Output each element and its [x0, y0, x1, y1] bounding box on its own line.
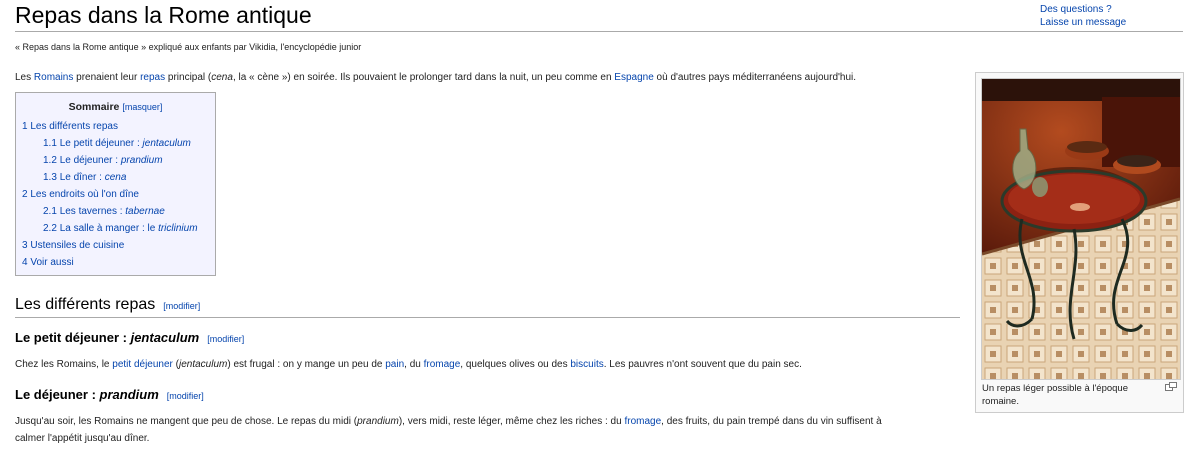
section-heading-text: Les différents repas [15, 296, 156, 313]
toc-title: Sommaire [68, 101, 120, 113]
link-espagne[interactable]: Espagne [614, 72, 653, 83]
toc-item[interactable]: 2 Les endroits où l'on dîne [16, 186, 215, 203]
intro-italic: cena [211, 72, 233, 83]
image-caption: Un repas léger possible à l'époque romai… [982, 383, 1128, 407]
subsection-heading-italic: jentaculum [130, 330, 200, 345]
edit-section-link[interactable]: [modifier] [207, 334, 244, 344]
magnify-icon[interactable] [1165, 382, 1177, 391]
intro-paragraph: Les Romains prenaient leur repas princip… [15, 72, 856, 83]
link-repas[interactable]: repas [140, 72, 165, 83]
subsection-heading: Le déjeuner : prandium [modifier] [15, 387, 204, 402]
subsection-heading-text: Le déjeuner : [15, 387, 100, 402]
toc-item[interactable]: 2.2 La salle à manger : le triclinium [16, 220, 215, 237]
paragraph-breakfast: Chez les Romains, le petit déjeuner (jen… [15, 359, 802, 370]
toc-list: 1 Les différents repas 1.1 Le petit déje… [16, 118, 215, 271]
questions-link[interactable]: Des questions ? [1040, 3, 1126, 16]
intro-text: , la « cène ») en soirée. Ils pouvaient … [232, 72, 615, 83]
link-petit-dejeuner[interactable]: petit déjeuner [112, 359, 173, 370]
toc-toggle-button[interactable]: [masquer] [122, 102, 162, 112]
section-divider [15, 317, 960, 318]
toc-item[interactable]: 4 Voir aussi [16, 254, 215, 271]
subsection-heading-italic: prandium [99, 387, 159, 402]
title-divider [15, 31, 1183, 32]
roman-table-image[interactable] [981, 78, 1181, 380]
paragraph-lunch: Jusqu'au soir, les Romains ne mangent qu… [15, 416, 882, 444]
toc-item[interactable]: 2.1 Les tavernes : tabernae [16, 203, 215, 220]
intro-text: prenaient leur [73, 72, 141, 83]
toc-header: Sommaire [masquer] [16, 101, 215, 113]
page-subtitle: « Repas dans la Rome antique » expliqué … [15, 42, 362, 52]
edit-section-link[interactable]: [modifier] [167, 391, 204, 401]
link-fromage[interactable]: fromage [624, 416, 661, 427]
link-fromage[interactable]: fromage [424, 359, 461, 370]
link-romains[interactable]: Romains [34, 72, 73, 83]
link-biscuits[interactable]: biscuits [570, 359, 603, 370]
page-title: Repas dans la Rome antique [15, 2, 312, 28]
section-heading: Les différents repas [modifier] [15, 296, 200, 314]
image-thumbnail: Un repas léger possible à l'époque romai… [975, 72, 1184, 413]
link-pain[interactable]: pain [385, 359, 404, 370]
edit-section-link[interactable]: [modifier] [163, 301, 200, 311]
subsection-heading: Le petit déjeuner : jentaculum [modifier] [15, 330, 244, 345]
toc-item[interactable]: 1 Les différents repas [16, 118, 215, 135]
leave-message-link[interactable]: Laisse un message [1040, 16, 1126, 29]
intro-text: Les [15, 72, 34, 83]
top-links: Des questions ? Laisse un message [1040, 3, 1126, 29]
table-of-contents: Sommaire [masquer] 1 Les différents repa… [15, 92, 216, 276]
toc-item[interactable]: 1.3 Le dîner : cena [16, 169, 215, 186]
toc-item[interactable]: 3 Ustensiles de cuisine [16, 237, 215, 254]
toc-item[interactable]: 1.1 Le petit déjeuner : jentaculum [16, 135, 215, 152]
intro-text: où d'autres pays méditerranéens aujourd'… [653, 72, 857, 83]
intro-text: principal ( [165, 72, 212, 83]
toc-item[interactable]: 1.2 Le déjeuner : prandium [16, 152, 215, 169]
subsection-heading-text: Le petit déjeuner : [15, 330, 131, 345]
